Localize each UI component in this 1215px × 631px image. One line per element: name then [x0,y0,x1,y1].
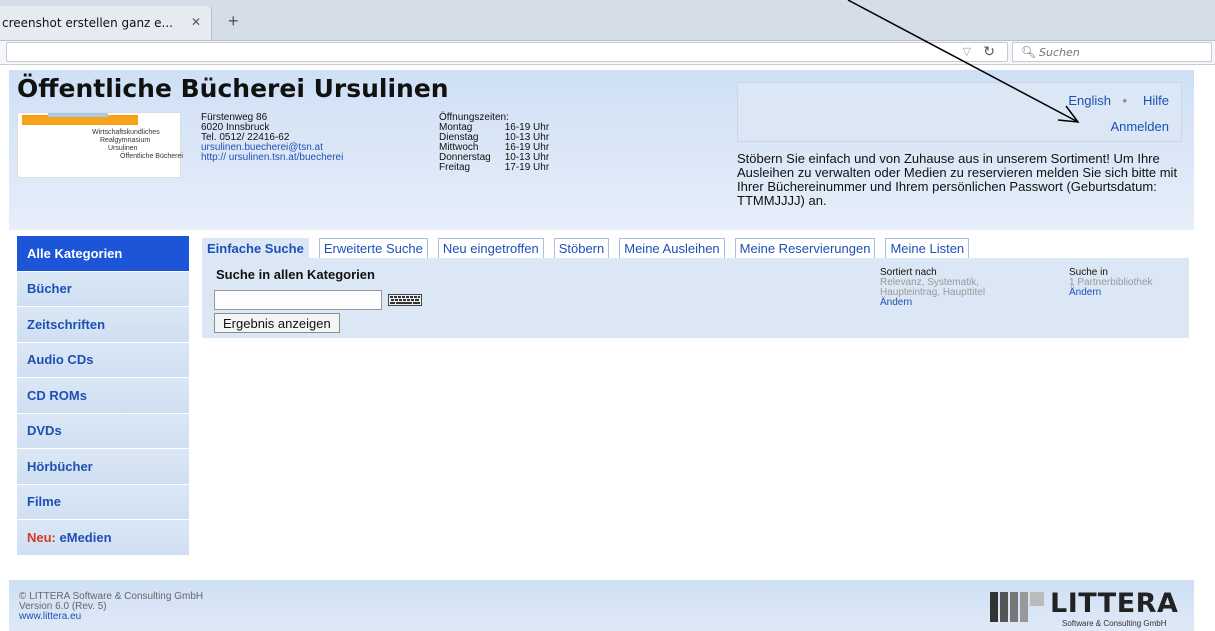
link-separator: • [1122,93,1127,108]
tab-simple-search[interactable]: Einfache Suche [202,238,309,258]
littera-logo-mark [990,592,1044,622]
sidebar-item-cd-roms[interactable]: CD ROMs [17,378,189,414]
sidebar-item-emedia[interactable]: Neu: eMedien [17,520,189,556]
sidebar-item-all-categories[interactable]: Alle Kategorien [17,236,189,272]
tab-browse[interactable]: Stöbern [553,238,610,258]
sort-change-link[interactable]: Ändern [880,298,985,308]
account-box: English • Hilfe Anmelden [737,82,1182,142]
littera-logo: LITTERA Software & Consulting GmbH [990,588,1182,628]
reload-icon[interactable]: ↻ [983,43,995,60]
tab-advanced-search[interactable]: Erweiterte Suche [318,238,428,258]
library-address: Fürstenweg 86 6020 Innsbruck Tel. 0512/ … [201,113,343,163]
category-sidebar: Alle Kategorien Bücher Zeitschriften Aud… [17,236,189,556]
intro-text: Stöbern Sie einfach und von Zuhause aus … [737,151,1178,208]
search-tabs: Einfache Suche Erweiterte Suche Neu eing… [202,238,979,258]
logo-line: Öffentliche Bücherei [120,153,183,160]
close-icon[interactable]: ✕ [191,15,201,29]
url-bar[interactable]: ▽ ↻ [6,42,1008,62]
scope-info: Suche in 1 Partnerbibliothek Ändern [1069,268,1152,298]
site-footer: © LITTERA Software & Consulting GmbH Ver… [9,580,1194,631]
footer-text: © LITTERA Software & Consulting GmbH Ver… [19,592,203,622]
browser-tab-bar: creenshot erstellen ganz e... ✕ + [0,0,1215,40]
scope-change-link[interactable]: Ändern [1069,288,1152,298]
sidebar-item-books[interactable]: Bücher [17,271,189,307]
new-prefix: Neu: [27,529,56,545]
school-logo: Wirtschaftskundliches Realgymnasium Ursu… [17,112,183,178]
opening-hours-table: Montag 16-19 Uhr Dienstag 10-13 Uhr Mittwo… [439,123,563,173]
emedia-label: eMedien [59,529,112,545]
search-panel-title: Suche in allen Kategorien [216,267,375,282]
hours-row: Freitag 17-19 Uhr [439,163,563,173]
footer-link[interactable]: www.littera.eu [19,611,81,622]
logo-accent [48,113,108,117]
tab-my-reservations[interactable]: Meine Reservierungen [734,238,876,258]
logo-line: Wirtschaftskundliches [92,129,160,136]
littera-logo-subtitle: Software & Consulting GmbH [1062,619,1167,628]
search-panel: Suche in allen Kategorien Ergebnis anzei… [202,258,1189,338]
browser-tab-title: creenshot erstellen ganz e... [2,16,173,30]
browser-tab[interactable]: creenshot erstellen ganz e... ✕ [0,6,212,40]
sidebar-item-audio-cds[interactable]: Audio CDs [17,342,189,378]
site-header: Öffentliche Bücherei Ursulinen Wirtschaf… [9,70,1194,230]
search-input[interactable] [214,290,382,310]
tab-my-lists[interactable]: Meine Listen [885,238,970,258]
browser-search-input[interactable] [1039,44,1207,60]
page-title: Öffentliche Bücherei Ursulinen [17,74,449,103]
login-link[interactable]: Anmelden [1110,119,1169,134]
show-results-button[interactable]: Ergebnis anzeigen [214,313,340,333]
english-link[interactable]: English [1068,93,1111,108]
browser-nav-bar: ▽ ↻ 🔍︎ [0,41,1215,65]
logo-line: Realgymnasium [100,137,151,144]
logo-line: Ursulinen [108,145,138,152]
keyboard-icon[interactable] [388,294,422,306]
browser-window: creenshot erstellen ganz e... ✕ + ▽ ↻ 🔍︎… [0,0,1215,631]
sidebar-item-audiobooks[interactable]: Hörbücher [17,449,189,485]
sidebar-item-dvds[interactable]: DVDs [17,413,189,449]
hours-day: Freitag [439,162,471,173]
sidebar-item-magazines[interactable]: Zeitschriften [17,307,189,343]
hours-time: 17-19 Uhr [504,162,550,173]
sort-info: Sortiert nach Relevanz, Systematik, Haup… [880,268,985,308]
opening-hours: Öffnungszeiten: Montag 16-19 Uhr Dienstag… [439,113,563,173]
browser-search-box[interactable]: 🔍︎ [1012,42,1212,62]
littera-logo-name: LITTERA [1050,588,1179,619]
sidebar-item-films[interactable]: Filme [17,484,189,520]
tab-my-loans[interactable]: Meine Ausleihen [619,238,725,258]
url-dropdown-icon[interactable]: ▽ [963,45,971,58]
search-icon: 🔍︎ [1021,45,1037,59]
tab-new-arrivals[interactable]: Neu eingetroffen [437,238,544,258]
website-link[interactable]: http:// ursulinen.tsn.at/buecherei [201,152,343,163]
help-link[interactable]: Hilfe [1143,93,1169,108]
new-tab-icon[interactable]: + [228,12,239,30]
logo-text: Wirtschaftskundliches Realgymnasium Ursu… [18,129,183,161]
